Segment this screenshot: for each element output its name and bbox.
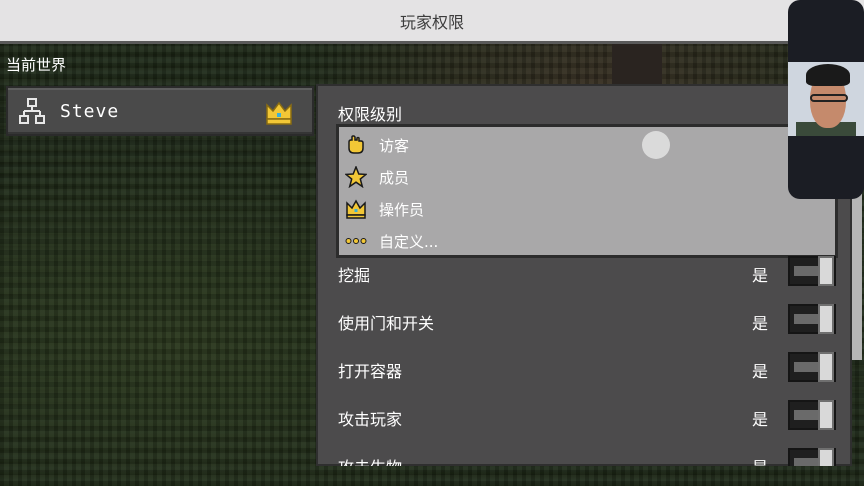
tree-trunk: [612, 44, 662, 84]
network-icon: [19, 98, 45, 124]
webcam-video: [788, 62, 864, 136]
star-icon: [345, 166, 367, 188]
permission-label: 使用门和开关: [338, 314, 435, 333]
permission-row-attack-players: 攻击玩家 是: [338, 400, 838, 436]
touch-indicator: [642, 131, 670, 159]
player-name: Steve: [60, 100, 120, 122]
permission-toggle[interactable]: [788, 256, 836, 286]
dropdown-option-label: 成员: [379, 168, 410, 187]
permission-toggle[interactable]: [788, 448, 836, 466]
permission-level-label: 权限级别: [338, 105, 403, 124]
permission-row-mine: 挖掘 是: [338, 256, 838, 292]
permission-state: 是: [752, 266, 769, 285]
player-list-item[interactable]: Steve: [6, 86, 314, 136]
dropdown-option-label: 访客: [379, 136, 410, 155]
permission-toggle[interactable]: [788, 400, 836, 430]
permission-state: 是: [752, 454, 768, 466]
dropdown-option-visitor[interactable]: 访客: [345, 130, 835, 160]
permission-toggle[interactable]: [788, 352, 836, 382]
permission-label: 攻击玩家: [338, 410, 403, 429]
permission-row-doors-switches: 使用门和开关 是: [338, 304, 838, 340]
dropdown-option-label: 自定义...: [379, 232, 439, 251]
permission-row-attack-mobs: 攻击生物 是: [338, 448, 838, 466]
permission-toggle[interactable]: [788, 304, 836, 334]
permission-label: 打开容器: [338, 362, 403, 381]
permission-label: 挖掘: [338, 266, 371, 285]
crown-icon: [346, 199, 366, 219]
crown-icon: [264, 97, 294, 127]
permission-row-open-containers: 打开容器 是: [338, 352, 838, 388]
permission-state: 是: [752, 362, 769, 381]
title-bar: 玩家权限: [0, 0, 864, 44]
dropdown-option-member[interactable]: 成员: [345, 162, 835, 192]
permission-state: 是: [752, 314, 769, 333]
dropdown-option-custom[interactable]: 自定义...: [345, 226, 835, 256]
dropdown-option-label: 操作员: [379, 200, 425, 219]
current-world-label: 当前世界: [6, 56, 67, 74]
permission-level-dropdown[interactable]: 访客 成员 操作员 自定义...: [336, 124, 838, 258]
dots-icon: [345, 238, 367, 244]
webcam-overlay: [788, 0, 864, 199]
permission-state: 是: [752, 410, 769, 429]
page-title: 玩家权限: [399, 12, 464, 32]
dropdown-option-operator[interactable]: 操作员: [345, 194, 835, 224]
permission-label: 攻击生物: [338, 454, 402, 466]
hand-icon: [348, 135, 364, 154]
